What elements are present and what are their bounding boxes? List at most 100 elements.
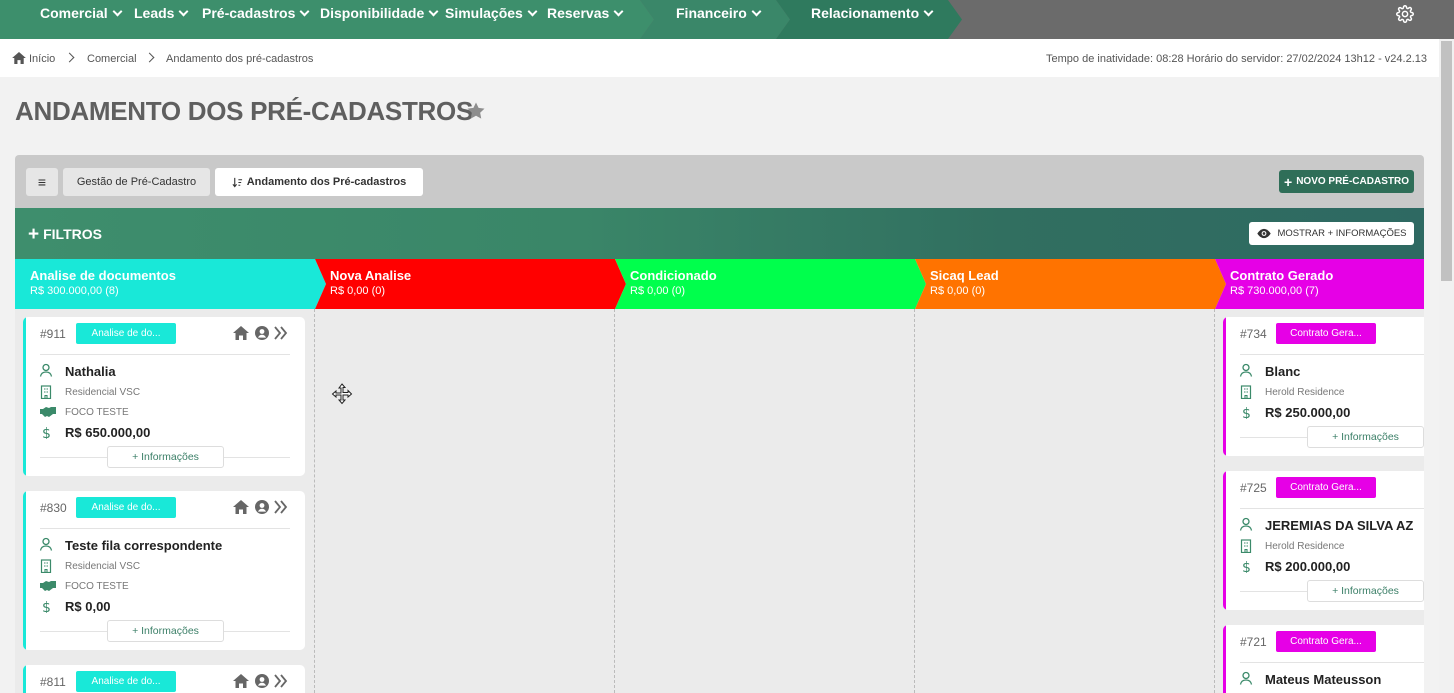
card-actions[interactable] (233, 499, 289, 515)
kanban-card[interactable]: #734 Contrato Gera... Blanc Herold Resid… (1223, 317, 1424, 456)
column-divider (1214, 309, 1215, 693)
nav-item-financeiro[interactable]: Financeiro (676, 0, 762, 39)
kanban-card[interactable]: #725 Contrato Gera... JEREMIAS DA SILVA … (1223, 471, 1424, 610)
building-icon (1240, 385, 1252, 399)
scrollbar-thumb[interactable] (1441, 41, 1452, 281)
menu-button[interactable]: ≡ (26, 168, 58, 196)
project-name: Herold Residence (1265, 541, 1345, 552)
svg-text:$: $ (42, 600, 51, 613)
user-icon (1239, 363, 1253, 377)
column-header-nova-analise[interactable]: Nova Analise R$ 0,00 (0) (315, 259, 626, 309)
filters-toggle[interactable]: + FILTROS (28, 224, 102, 246)
more-info-button[interactable]: + Informações (107, 446, 224, 468)
nav-item-disponibilidade[interactable]: Disponibilidade (320, 0, 439, 39)
card-value: R$ 250.000,00 (1265, 405, 1351, 420)
status-badge: Contrato Gera... (1276, 323, 1376, 344)
nav-item-relacionamento[interactable]: Relacionamento (811, 0, 934, 39)
column-header-condicionado[interactable]: Condicionado R$ 0,00 (0) (615, 259, 926, 309)
kanban-card[interactable]: #830 Analise de do... Teste fila corresp… (23, 491, 305, 650)
home-icon[interactable] (12, 52, 26, 64)
divider (1240, 354, 1424, 355)
chevron-down-icon (428, 6, 439, 17)
status-badge: Analise de do... (76, 671, 176, 692)
user-circle-icon (255, 674, 269, 688)
svg-text:$: $ (1242, 406, 1251, 419)
column-divider (914, 309, 915, 693)
more-info-button[interactable]: + Informações (1307, 580, 1424, 602)
column-header-contrato-gerado[interactable]: Contrato Gerado R$ 730.000,00 (7) (1215, 259, 1424, 309)
home-icon (233, 674, 249, 688)
more-info-button[interactable]: + Informações (107, 620, 224, 642)
tab-andamento-pre-cadastros[interactable]: Andamento dos Pré-cadastros (215, 168, 423, 196)
plus-icon: + (28, 224, 40, 245)
handshake-icon (40, 407, 56, 417)
column-divider (314, 309, 315, 693)
divider (40, 354, 290, 355)
client-name: Nathalia (65, 364, 116, 379)
chevron-down-icon (527, 6, 538, 17)
svg-text:$: $ (1242, 560, 1251, 573)
status-badge: Contrato Gera... (1276, 631, 1376, 652)
nav-item-comercial[interactable]: Comercial (40, 0, 123, 39)
card-status-bar (23, 665, 26, 693)
top-navbar: Comercial Leads Pré-cadastros Disponibil… (0, 0, 1454, 39)
team-name: FOCO TESTE (65, 581, 129, 592)
nav-item-leads[interactable]: Leads (134, 0, 189, 39)
page-title: ANDAMENTO DOS PRÉ-CADASTROS (15, 96, 473, 126)
card-status-bar (1223, 471, 1226, 610)
star-icon[interactable] (466, 101, 486, 121)
nav-item-reservas[interactable]: Reservas (547, 0, 624, 39)
filters-bar (15, 208, 1424, 259)
gear-icon[interactable] (1396, 5, 1414, 23)
building-icon (40, 559, 52, 573)
column-divider (614, 309, 615, 693)
dollar-icon: $ (42, 600, 51, 613)
double-chevron-right-icon (274, 500, 288, 514)
divider (40, 528, 290, 529)
status-badge: Contrato Gera... (1276, 477, 1376, 498)
user-icon (1239, 517, 1253, 531)
card-actions[interactable] (233, 673, 289, 689)
kanban-card[interactable]: #911 Analise de do... Nathalia Residenci… (23, 317, 305, 476)
handshake-icon (40, 581, 56, 591)
dollar-icon: $ (1242, 406, 1251, 419)
column-header-analise[interactable]: Analise de documentos R$ 300.000,00 (8) (15, 259, 326, 309)
card-value: R$ 650.000,00 (65, 425, 151, 440)
plus-icon: + (1284, 173, 1293, 190)
user-icon (39, 363, 53, 377)
chevron-right-icon (144, 52, 155, 63)
breadcrumb: Início Comercial Andamento dos pré-cadas… (0, 39, 1439, 77)
chevron-down-icon (112, 6, 123, 17)
tab-gestao-pre-cadastro[interactable]: Gestão de Pré-Cadastro (63, 168, 210, 196)
card-value: R$ 0,00 (65, 599, 111, 614)
dollar-icon: $ (42, 426, 51, 439)
show-more-info-button[interactable]: MOSTRAR + INFORMAÇÕES (1249, 222, 1414, 245)
new-pre-cadastro-button[interactable]: + NOVO PRÉ-CADASTRO (1279, 170, 1414, 193)
kanban-card[interactable]: #811 Analise de do... (23, 665, 305, 693)
chevron-right-icon (64, 52, 75, 63)
project-name: Residencial VSC (65, 561, 141, 572)
chevron-down-icon (923, 6, 934, 17)
breadcrumb-comercial[interactable]: Comercial (87, 53, 137, 65)
svg-text:$: $ (42, 426, 51, 439)
breadcrumb-home[interactable]: Início (29, 53, 55, 65)
kanban-card[interactable]: #721 Contrato Gera... Mateus Mateusson (1223, 625, 1424, 693)
nav-item-simulacoes[interactable]: Simulações (445, 0, 538, 39)
client-name: Blanc (1265, 364, 1301, 379)
client-name: Teste fila correspondente (65, 538, 223, 553)
card-status-bar (1223, 625, 1226, 693)
home-icon (233, 326, 249, 340)
more-info-button[interactable]: + Informações (1307, 426, 1424, 448)
eye-icon (1257, 228, 1272, 239)
divider (1240, 508, 1424, 509)
sort-icon (232, 177, 242, 188)
divider (1240, 662, 1424, 663)
server-info: Tempo de inatividade: 08:28 Horário do s… (1046, 53, 1427, 65)
nav-item-pre-cadastros[interactable]: Pré-cadastros (202, 0, 310, 39)
project-name: Herold Residence (1265, 387, 1345, 398)
card-actions[interactable] (233, 325, 289, 341)
column-header-sicaq-lead[interactable]: Sicaq Lead R$ 0,00 (0) (915, 259, 1226, 309)
user-icon (1239, 671, 1253, 685)
double-chevron-right-icon (274, 326, 288, 340)
chevron-down-icon (613, 6, 624, 17)
